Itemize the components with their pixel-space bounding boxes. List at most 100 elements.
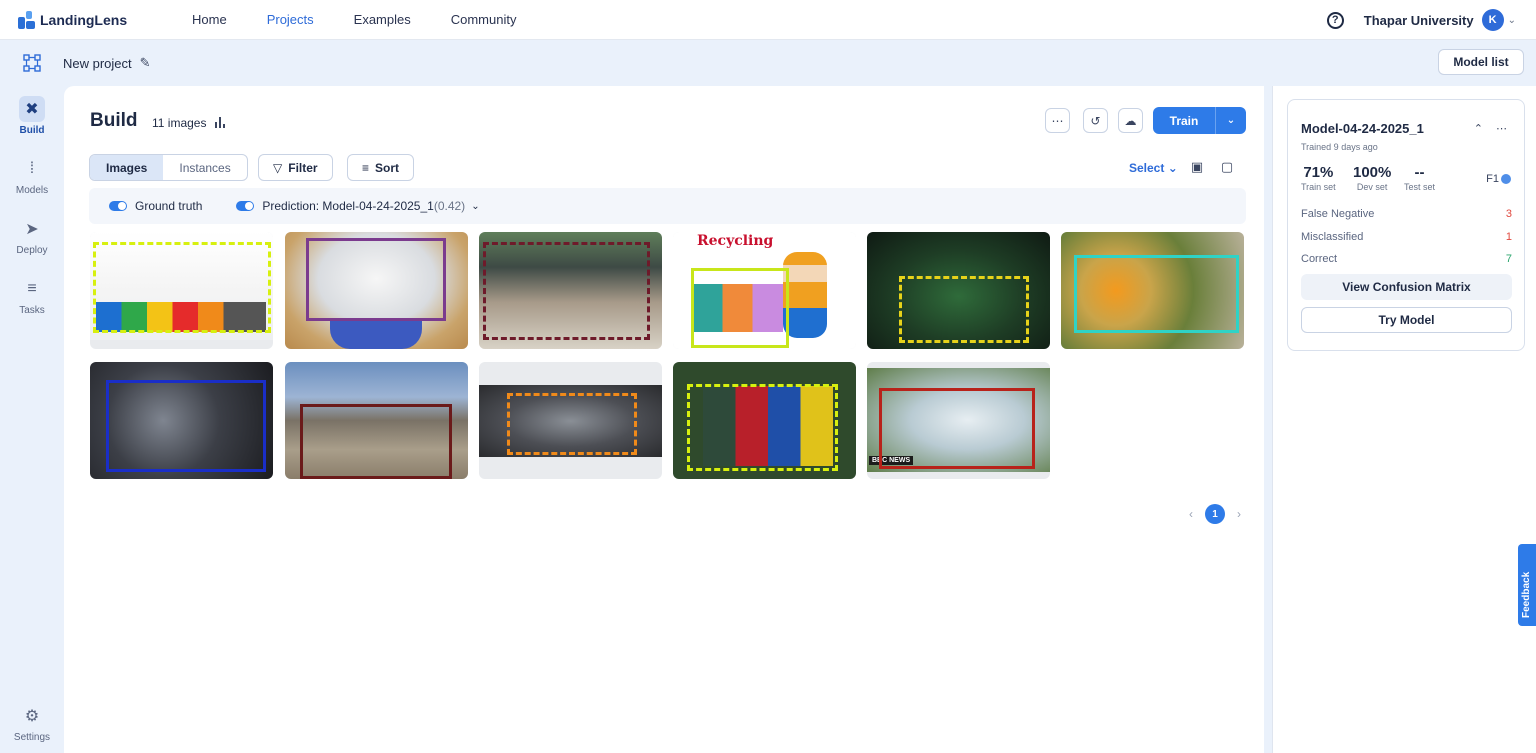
image-thumbnail[interactable] (673, 362, 856, 479)
metric-type[interactable]: F1 (1486, 173, 1511, 185)
model-name: Model-04-24-2025_1 (1301, 121, 1424, 136)
chevron-down-icon[interactable]: ⌄ (1216, 107, 1246, 134)
train-button-label[interactable]: Train (1153, 107, 1216, 134)
build-panel: Build 11 images ⋯ ↺ ☁ Train ⌄ Images Ins… (64, 86, 1264, 753)
prediction-label: Prediction: Model-04-24-2025_1 (262, 199, 434, 213)
tab-instances[interactable]: Instances (163, 155, 246, 180)
ground-truth-toggle[interactable]: Ground truth (109, 199, 202, 213)
metric-dev: 100% Dev set (1353, 164, 1391, 192)
chevron-right-icon[interactable]: › (1237, 507, 1241, 521)
model-panel: Model-04-24-2025_1 Trained 9 days ago ⌃ … (1272, 86, 1536, 753)
metric-label: Train set (1301, 182, 1336, 192)
stats-bars-icon[interactable] (215, 116, 227, 128)
stat-correct: Correct 7 (1301, 253, 1512, 265)
page-button[interactable]: 1 (1205, 504, 1225, 524)
more-options-button[interactable]: ⋯ (1045, 108, 1070, 133)
sidebar-item-build[interactable]: ✖ Build (0, 86, 64, 146)
feedback-tab[interactable]: Feedback (1518, 544, 1536, 626)
image-thumbnail[interactable]: Recycling (673, 232, 856, 349)
project-name: New project (63, 55, 132, 71)
image-thumbnail[interactable] (90, 362, 273, 479)
cloud-upload-icon[interactable]: ☁ (1118, 108, 1143, 133)
ground-truth-label: Ground truth (135, 199, 203, 213)
nodes-icon: ⁞ (29, 160, 35, 177)
avatar[interactable]: K (1481, 9, 1504, 31)
left-sidebar: ✖ Build ⁞ Models ➤ Deploy ≡ Tasks ⚙ Sett… (0, 86, 64, 753)
image-thumbnail[interactable] (479, 232, 662, 349)
image-thumbnail[interactable] (1061, 232, 1244, 349)
metric-value: -- (1414, 164, 1425, 181)
pencil-icon[interactable]: ✎ (140, 55, 151, 71)
toggle-switch[interactable] (236, 201, 255, 211)
bounding-box (687, 384, 838, 471)
sort-label: Sort (375, 160, 400, 175)
image-thumbnail[interactable] (285, 232, 468, 349)
more-options-icon[interactable]: ⋯ (1496, 123, 1508, 135)
info-icon[interactable] (1501, 174, 1511, 184)
help-icon[interactable]: ? (1326, 11, 1344, 29)
train-button[interactable]: Train ⌄ (1153, 107, 1246, 134)
image-thumbnail[interactable] (90, 232, 273, 349)
model-card: Model-04-24-2025_1 Trained 9 days ago ⌃ … (1287, 99, 1525, 351)
stat-misclassified: Misclassified 1 (1301, 231, 1512, 243)
toggle-switch[interactable] (109, 201, 127, 211)
filter-button[interactable]: ▽ Filter (258, 154, 333, 181)
chevron-down-icon[interactable]: ⌄ (1508, 15, 1516, 26)
metric-test: -- Test set (1404, 164, 1435, 192)
sidebar-item-label: Deploy (16, 245, 48, 256)
logo-text: LandingLens (40, 11, 128, 28)
image-thumbnail[interactable] (479, 362, 662, 479)
sidebar-item-deploy[interactable]: ➤ Deploy (0, 206, 64, 266)
metric-value: 71% (1303, 164, 1334, 181)
sidebar-item-models[interactable]: ⁞ Models (0, 146, 64, 206)
organization-name[interactable]: Thapar University (1364, 13, 1474, 28)
sidebar-item-label: Settings (13, 732, 51, 743)
sidebar-item-label: Tasks (19, 305, 45, 316)
feedback-label: Feedback (1521, 571, 1532, 618)
select-dropdown[interactable]: Select ⌄ (1129, 161, 1178, 175)
nav-community[interactable]: Community (451, 12, 517, 27)
tab-images[interactable]: Images (90, 155, 164, 180)
project-icon[interactable] (23, 54, 41, 72)
bounding-box (306, 238, 446, 321)
nav-examples[interactable]: Examples (354, 12, 411, 27)
nav-projects[interactable]: Projects (267, 12, 314, 27)
stat-value: 1 (1505, 231, 1512, 243)
expand-select-icon[interactable]: ▢ (1218, 158, 1236, 176)
stat-label: Misclassified (1301, 231, 1364, 243)
stat-false-negative: False Negative 3 (1301, 208, 1512, 220)
image-thumbnail[interactable]: BBC NEWS (867, 362, 1050, 479)
focus-select-icon[interactable]: ▣ (1188, 158, 1206, 176)
sidebar-item-label: Build (19, 125, 45, 136)
model-list-button[interactable]: Model list (1438, 49, 1524, 75)
sort-button[interactable]: ≡ Sort (347, 154, 415, 181)
metric-value: 100% (1353, 164, 1392, 181)
try-model-button[interactable]: Try Model (1301, 307, 1512, 333)
bounding-box (106, 380, 266, 472)
nav-home[interactable]: Home (192, 12, 227, 27)
history-icon[interactable]: ↺ (1083, 108, 1108, 133)
pagination: ‹ 1 › (1189, 504, 1241, 524)
bounding-box (93, 242, 271, 333)
sort-icon: ≡ (362, 160, 370, 175)
bounding-box (879, 388, 1035, 469)
metric-label: Test set (1404, 182, 1436, 192)
image-thumbnail[interactable] (285, 362, 468, 479)
metric-train: 71% Train set (1301, 164, 1336, 192)
image-count: 11 images (152, 116, 207, 130)
chevron-down-icon[interactable]: ⌄ (471, 201, 479, 212)
image-thumbnail[interactable] (867, 232, 1050, 349)
logo-mark-icon (18, 10, 36, 29)
prediction-toggle[interactable]: Prediction: Model-04-24-2025_1 (0.42) ⌄ (236, 199, 480, 213)
annotation-legend: Ground truth Prediction: Model-04-24-202… (89, 188, 1246, 224)
sidebar-item-settings[interactable]: ⚙ Settings (0, 693, 64, 753)
chevron-left-icon[interactable]: ‹ (1189, 507, 1193, 521)
landinglens-logo[interactable]: LandingLens (18, 10, 148, 29)
sidebar-item-label: Models (15, 185, 49, 196)
stat-value: 7 (1505, 253, 1512, 265)
sidebar-item-tasks[interactable]: ≡ Tasks (0, 266, 64, 326)
bounding-box (691, 268, 789, 348)
chevron-up-icon[interactable]: ⌃ (1474, 123, 1484, 135)
view-confusion-matrix-button[interactable]: View Confusion Matrix (1301, 274, 1512, 300)
metric-label: Dev set (1356, 182, 1388, 192)
